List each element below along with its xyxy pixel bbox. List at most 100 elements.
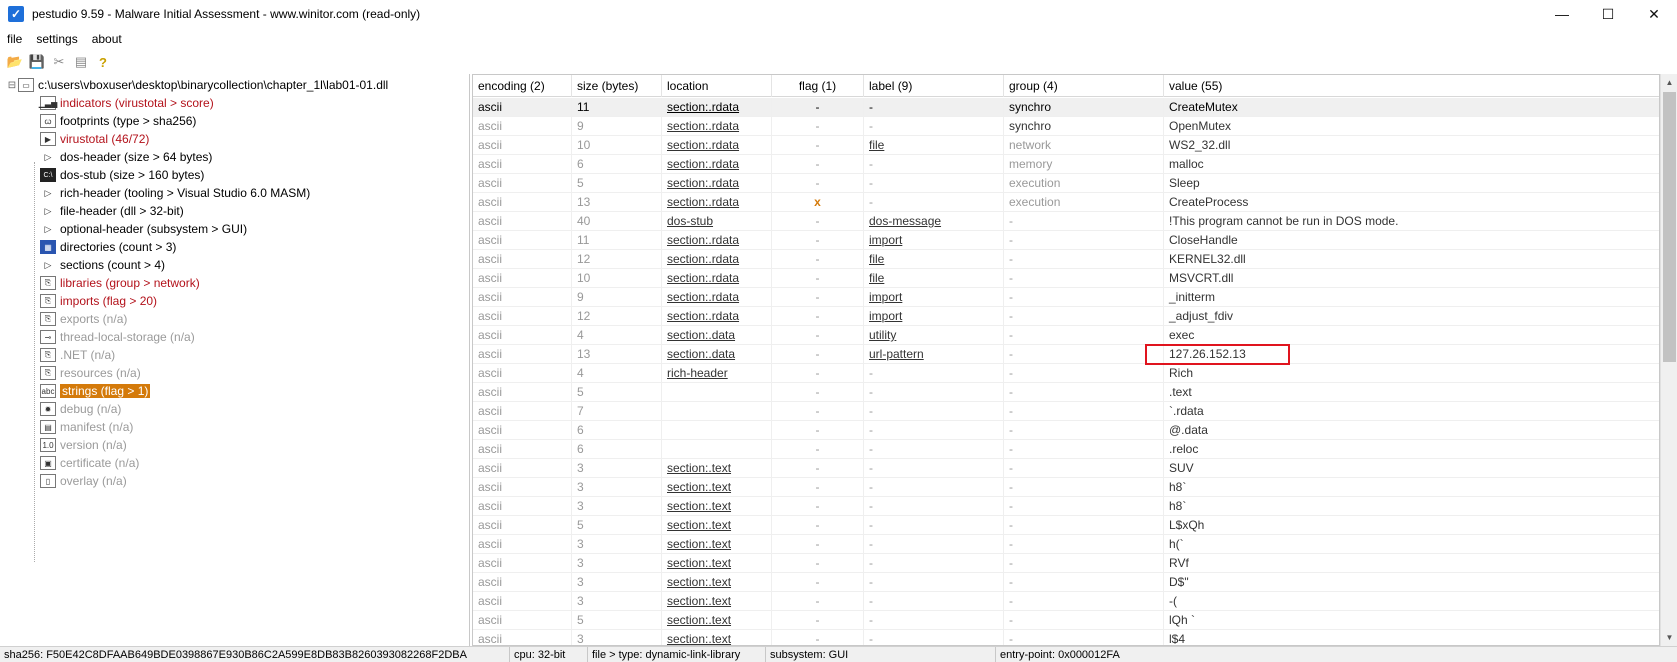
table-row[interactable]: ascii 5 section:.text - - - L$xQh bbox=[473, 516, 1659, 535]
scroll-up-icon[interactable]: ▲ bbox=[1661, 74, 1677, 91]
tree-item[interactable]: ⎘ resources (n/a) bbox=[40, 364, 141, 382]
minimize-button[interactable]: — bbox=[1539, 0, 1585, 28]
table-row[interactable]: ascii 5- - - .text bbox=[473, 383, 1659, 402]
column-size[interactable]: size (bytes) bbox=[572, 75, 662, 97]
cell-location[interactable]: section:.data bbox=[662, 326, 772, 345]
cell-label[interactable]: import bbox=[864, 288, 1004, 307]
cell-location[interactable]: section:.rdata bbox=[662, 98, 772, 117]
table-row[interactable]: ascii 12 section:.rdata - import - _adjust_fdi… bbox=[473, 307, 1659, 326]
cell-label[interactable]: import bbox=[864, 307, 1004, 326]
table-row[interactable]: ascii 13 section:.data - url-pattern -127.26.… bbox=[473, 345, 1659, 364]
cell-location[interactable]: section:.text bbox=[662, 554, 772, 573]
cell-location[interactable]: section:.rdata bbox=[662, 117, 772, 136]
tree-item[interactable]: ▦ directories (count > 3) bbox=[40, 238, 176, 256]
table-row[interactable]: ascii 4 rich-header - - - Rich bbox=[473, 364, 1659, 383]
table-row[interactable]: ascii 6- - - @.data bbox=[473, 421, 1659, 440]
cell-location[interactable]: dos-stub bbox=[662, 212, 772, 231]
cell-location[interactable]: section:.text bbox=[662, 535, 772, 554]
tree-item[interactable]: ✹ debug (n/a) bbox=[40, 400, 121, 418]
table-row[interactable]: ascii 11 section:.rdata - - synchro CreateMute… bbox=[473, 98, 1659, 117]
cell-label[interactable]: file bbox=[864, 250, 1004, 269]
table-row[interactable]: ascii 9 section:.rdata - - synchro OpenMutex bbox=[473, 117, 1659, 136]
column-value[interactable]: value (55) bbox=[1164, 75, 1644, 97]
cell-location[interactable]: section:.text bbox=[662, 573, 772, 592]
cell-label[interactable]: file bbox=[864, 136, 1004, 155]
tree-item[interactable]: ⎘ exports (n/a) bbox=[40, 310, 127, 328]
table-row[interactable]: ascii 5 section:.rdata - - execution Sleep bbox=[473, 174, 1659, 193]
cell-location[interactable]: section:.text bbox=[662, 592, 772, 611]
tree-item[interactable]: ⊸ thread-local-storage (n/a) bbox=[40, 328, 195, 346]
cell-location[interactable]: section:.text bbox=[662, 516, 772, 535]
expand-icon[interactable]: ▷ bbox=[40, 150, 56, 164]
tree-item[interactable]: ▶ virustotal (46/72) bbox=[40, 130, 149, 148]
table-row[interactable]: ascii 10 section:.rdata - file network WS2_32.… bbox=[473, 136, 1659, 155]
cell-location[interactable]: section:.text bbox=[662, 630, 772, 645]
cell-location[interactable]: section:.data bbox=[662, 345, 772, 364]
tree-item[interactable]: ▁▃▅ indicators (virustotal > score) bbox=[39, 94, 214, 112]
collapse-icon[interactable]: ⊟ bbox=[6, 80, 18, 91]
column-encoding[interactable]: encoding (2) bbox=[473, 75, 572, 97]
tree-item[interactable]: ▷ file-header (dll > 32-bit) bbox=[40, 202, 184, 220]
expand-icon[interactable]: ▷ bbox=[40, 186, 56, 200]
table-row[interactable]: ascii 6- - - .reloc bbox=[473, 440, 1659, 459]
cell-location[interactable]: section:.rdata bbox=[662, 193, 772, 212]
table-row[interactable]: ascii 3 section:.text - - - l$4 bbox=[473, 630, 1659, 645]
maximize-button[interactable]: ☐ bbox=[1585, 0, 1631, 28]
menu-file[interactable]: file bbox=[0, 32, 29, 46]
close-file-icon[interactable]: ✂ bbox=[48, 52, 70, 72]
tree-item[interactable]: abc strings (flag > 1) bbox=[40, 382, 151, 400]
tree-item[interactable]: ꞷ footprints (type > sha256) bbox=[40, 112, 196, 130]
column-location[interactable]: location bbox=[662, 75, 772, 97]
cell-location[interactable]: section:.rdata bbox=[662, 250, 772, 269]
cell-location[interactable]: section:.rdata bbox=[662, 174, 772, 193]
cell-location[interactable]: section:.text bbox=[662, 478, 772, 497]
table-row[interactable]: ascii 3 section:.text - - - h8` bbox=[473, 497, 1659, 516]
tree-item[interactable]: C:\ dos-stub (size > 160 bytes) bbox=[40, 166, 204, 184]
list-icon[interactable]: ▤ bbox=[70, 52, 92, 72]
tree-item[interactable]: ⎘ .NET (n/a) bbox=[40, 346, 115, 364]
cell-location[interactable]: section:.text bbox=[662, 459, 772, 478]
tree-item[interactable]: ▤ manifest (n/a) bbox=[40, 418, 133, 436]
table-row[interactable]: ascii 3 section:.text - - - -( bbox=[473, 592, 1659, 611]
table-row[interactable]: ascii 12 section:.rdata - file - KERNEL32.dll bbox=[473, 250, 1659, 269]
expand-icon[interactable]: ▷ bbox=[40, 204, 56, 218]
tree-item[interactable]: ▣ certificate (n/a) bbox=[40, 454, 139, 472]
table-row[interactable]: ascii 5 section:.text - - - lQh ` bbox=[473, 611, 1659, 630]
cell-label[interactable]: file bbox=[864, 269, 1004, 288]
table-row[interactable]: ascii 3 section:.text - - - RVf bbox=[473, 554, 1659, 573]
table-row[interactable]: ascii 40 dos-stub - dos-message - !This progra… bbox=[473, 212, 1659, 231]
menu-about[interactable]: about bbox=[85, 32, 129, 46]
tree-item[interactable]: ▷ dos-header (size > 64 bytes) bbox=[40, 148, 213, 166]
cell-location[interactable]: section:.rdata bbox=[662, 307, 772, 326]
cell-label[interactable]: import bbox=[864, 231, 1004, 250]
cell-label[interactable]: utility bbox=[864, 326, 1004, 345]
table-row[interactable]: ascii 3 section:.text - - - h8` bbox=[473, 478, 1659, 497]
tree-root[interactable]: ⊟ ▭ c:\users\vboxuser\desktop\binarycoll… bbox=[6, 76, 388, 94]
cell-location[interactable]: section:.rdata bbox=[662, 136, 772, 155]
tree-item[interactable]: ▷ optional-header (subsystem > GUI) bbox=[40, 220, 248, 238]
cell-location[interactable]: section:.rdata bbox=[662, 288, 772, 307]
table-row[interactable]: ascii 10 section:.rdata - file - MSVCRT.dll bbox=[473, 269, 1659, 288]
tree-item[interactable]: 1.0 version (n/a) bbox=[40, 436, 127, 454]
cell-location[interactable]: rich-header bbox=[662, 364, 772, 383]
cell-location[interactable]: section:.rdata bbox=[662, 155, 772, 174]
table-row[interactable]: ascii 4 section:.data - utility - exec bbox=[473, 326, 1659, 345]
cell-label[interactable]: dos-message bbox=[864, 212, 1004, 231]
table-row[interactable]: ascii 3 section:.text - - - D$" bbox=[473, 573, 1659, 592]
column-group[interactable]: group (4) bbox=[1004, 75, 1164, 97]
cell-location[interactable]: section:.text bbox=[662, 497, 772, 516]
table-row[interactable]: ascii 13 section:.rdata x - execution CreatePr… bbox=[473, 193, 1659, 212]
cell-label[interactable]: url-pattern bbox=[864, 345, 1004, 364]
table-row[interactable]: ascii 3 section:.text - - - h(` bbox=[473, 535, 1659, 554]
tree-item[interactable]: ⎘ libraries (group > network) bbox=[40, 274, 200, 292]
expand-icon[interactable]: ▷ bbox=[40, 222, 56, 236]
table-row[interactable]: ascii 11 section:.rdata - import - CloseHandle bbox=[473, 231, 1659, 250]
column-label[interactable]: label (9) bbox=[864, 75, 1004, 97]
expand-icon[interactable]: ▷ bbox=[40, 258, 56, 272]
cell-location[interactable]: section:.rdata bbox=[662, 231, 772, 250]
tree-item[interactable]: ⎘ imports (flag > 20) bbox=[40, 292, 157, 310]
table-row[interactable]: ascii 9 section:.rdata - import - _initterm bbox=[473, 288, 1659, 307]
help-icon[interactable]: ? bbox=[92, 52, 114, 72]
scroll-thumb[interactable] bbox=[1663, 92, 1676, 362]
open-folder-icon[interactable]: 📂 bbox=[4, 52, 26, 72]
